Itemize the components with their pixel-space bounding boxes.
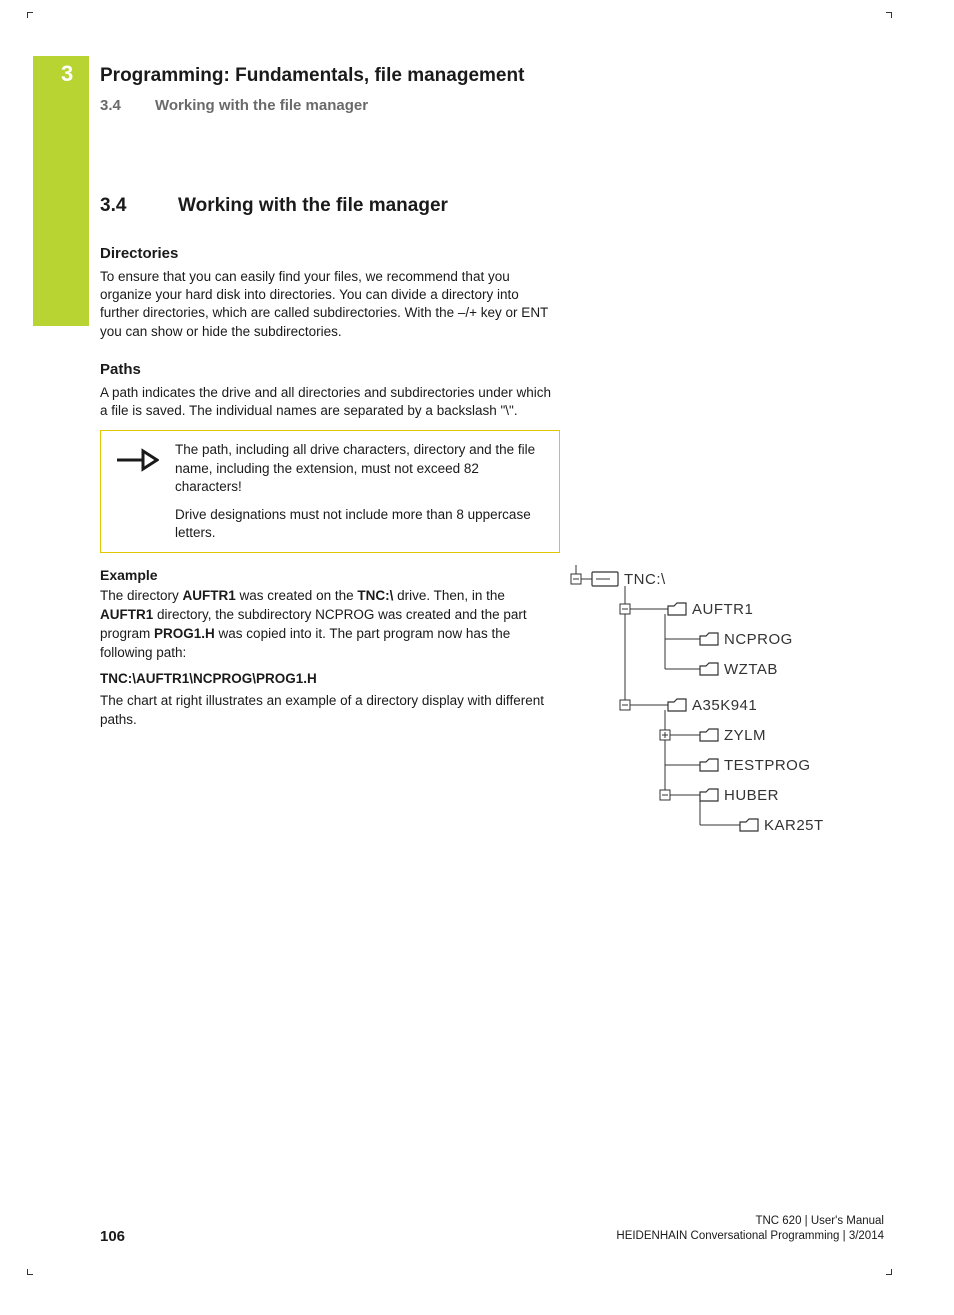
- text-fragment: The directory: [100, 588, 183, 603]
- footer-line-1: TNC 620 | User's Manual: [616, 1214, 884, 1230]
- note-box: The path, including all drive characters…: [100, 430, 560, 553]
- subheading-example: Example: [100, 567, 560, 583]
- chapter-title: Programming: Fundamentals, file manageme…: [100, 65, 860, 87]
- content-column: 3.4Working with the file manager Directo…: [100, 195, 560, 738]
- section-number: 3.4: [100, 97, 155, 114]
- tree-node-label: HUBER: [724, 787, 779, 804]
- body-heading: 3.4Working with the file manager: [100, 195, 560, 217]
- tree-node-label: NCPROG: [724, 631, 793, 648]
- bold-fragment: PROG1.H: [154, 626, 215, 641]
- text-fragment: drive. Then, in the: [393, 588, 505, 603]
- tree-node-label: TESTPROG: [724, 757, 811, 774]
- body-heading-title: Working with the file manager: [178, 195, 448, 216]
- tree-root-label: TNC:\: [624, 571, 666, 588]
- directory-tree-diagram: TNC:\ AUFTR1 NCPROG WZTAB A35K941 ZYLM T…: [570, 565, 880, 855]
- page-footer: 106 TNC 620 | User's Manual HEIDENHAIN C…: [100, 1228, 884, 1245]
- tree-node-label: ZYLM: [724, 727, 766, 744]
- section-line: 3.4Working with the file manager: [100, 97, 860, 114]
- para-directories: To ensure that you can easily find your …: [100, 268, 560, 341]
- tree-node-label: A35K941: [692, 697, 757, 714]
- subheading-paths: Paths: [100, 361, 560, 378]
- footer-line-2: HEIDENHAIN Conversational Programming | …: [616, 1229, 884, 1245]
- page-header: Programming: Fundamentals, file manageme…: [100, 65, 860, 114]
- crop-mark: [27, 12, 33, 18]
- footer-right: TNC 620 | User's Manual HEIDENHAIN Conve…: [616, 1214, 884, 1245]
- tree-node-label: KAR25T: [764, 817, 824, 834]
- crop-mark: [27, 1269, 33, 1275]
- note-text: The path, including all drive characters…: [175, 441, 547, 542]
- note-line-1: The path, including all drive characters…: [175, 441, 547, 496]
- tree-node-label: AUFTR1: [692, 601, 753, 618]
- para-example: The directory AUFTR1 was created on the …: [100, 587, 560, 663]
- text-fragment: was created on the: [236, 588, 358, 603]
- body-heading-number: 3.4: [100, 195, 178, 217]
- bold-fragment: AUFTR1: [183, 588, 236, 603]
- para-example-tail: The chart at right illustrates an exampl…: [100, 692, 560, 730]
- tree-node-label: WZTAB: [724, 661, 778, 678]
- subheading-directories: Directories: [100, 245, 560, 262]
- page-number: 106: [100, 1228, 125, 1245]
- bold-fragment: TNC:\: [357, 588, 393, 603]
- arrow-right-icon: [113, 441, 159, 542]
- para-paths: A path indicates the drive and all direc…: [100, 384, 560, 420]
- bold-fragment: AUFTR1: [100, 607, 153, 622]
- example-path: TNC:\AUFTR1\NCPROG\PROG1.H: [100, 671, 560, 686]
- section-title: Working with the file manager: [155, 97, 368, 114]
- crop-mark: [886, 12, 892, 18]
- chapter-tab: [33, 56, 89, 326]
- crop-mark: [886, 1269, 892, 1275]
- note-line-2: Drive designations must not include more…: [175, 506, 547, 542]
- chapter-number: 3: [61, 61, 73, 87]
